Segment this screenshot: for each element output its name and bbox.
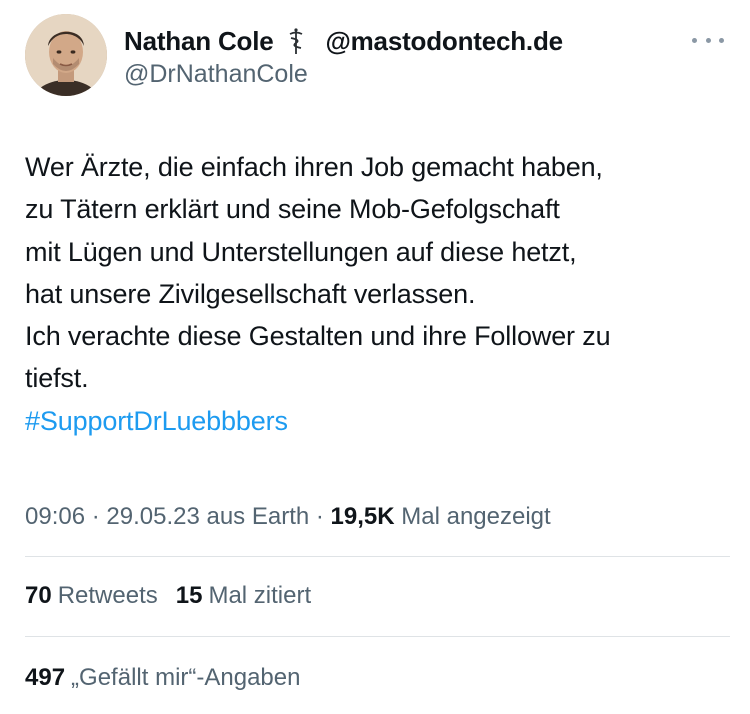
quotes-count: 15 [175,582,203,609]
display-name[interactable]: Nathan Cole [124,26,274,57]
likes-count: 497 [25,664,66,691]
tweet-card: Nathan Cole @mastodontech.de @DrNathanCo… [0,0,750,714]
tweet-text-line: zu Tätern erklärt und seine Mob-Gefolgsc… [25,194,560,225]
meta-separator: · [85,503,107,530]
likes-row: 497 „Gefällt mir“-Angaben [25,664,300,692]
tweet-text-line: Wer Ärzte, die einfach ihren Job gemacht… [25,152,603,182]
meta-separator: · [309,503,331,530]
user-handle[interactable]: @DrNathanCole [124,60,308,89]
tweet-text: Wer Ärzte, die einfach ihren Job gemacht… [25,146,730,442]
tweet-text-line: tiefst. [25,363,89,394]
tweet-source: aus Earth [199,503,310,530]
quotes-label: Mal zitiert [208,582,312,609]
retweets-count: 70 [25,582,52,609]
tweet-text-line: Ich verachte diese Gestalten und ihre Fo… [25,321,611,352]
avatar-image [25,14,107,96]
retweets-stat[interactable]: 70 Retweets [25,582,158,610]
caduceus-icon [287,27,305,55]
tweet-text-line: mit Lügen und Unterstellungen auf diese … [25,236,577,267]
tweet-text-line: hat unsere Zivilgesellschaft verlassen. [25,278,476,309]
likes-stat[interactable]: 497 „Gefällt mir“-Angaben [25,664,300,692]
avatar[interactable] [25,14,107,96]
divider [25,636,730,637]
divider [25,556,730,557]
more-dot [719,37,724,43]
more-dot [692,37,697,43]
quotes-stat[interactable]: 15 Mal zitiert [176,582,311,610]
tweet-meta: 09:06 · 29.05.23 aus Earth · 19,5K Mal a… [25,503,551,531]
view-label: Mal angezeigt [394,503,551,530]
display-name-suffix: @mastodontech.de [325,25,563,56]
hashtag-link[interactable]: #SupportDrLuebbbers [25,406,288,436]
tweet-date[interactable]: 29.05.23 [106,503,199,530]
name-row: Nathan Cole @mastodontech.de [124,24,563,58]
retweets-label: Retweets [57,582,158,609]
engagement-row: 70 Retweets 15 Mal zitiert [25,582,311,610]
likes-label: „Gefällt mir“-Angaben [71,664,301,691]
more-icon[interactable] [692,34,724,46]
view-count: 19,5K [330,503,395,530]
tweet-time[interactable]: 09:06 [25,503,85,530]
more-dot [705,37,711,43]
